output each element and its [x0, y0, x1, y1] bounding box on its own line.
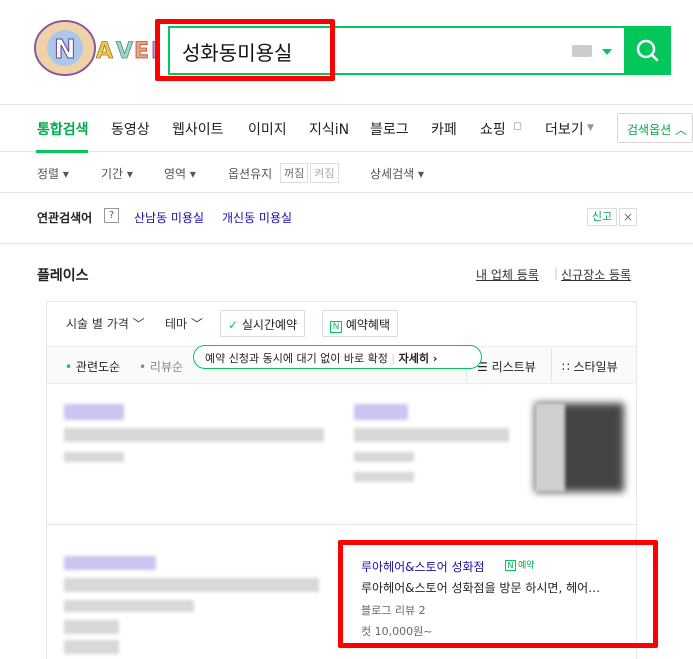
- dot-icon: •: [139, 360, 147, 374]
- chevron-up-icon: ︿: [675, 123, 688, 137]
- tooltip-more-label: 자세히: [398, 352, 429, 365]
- style-view-button[interactable]: ∷ 스타일뷰: [562, 358, 618, 375]
- link-separator: |: [554, 266, 559, 280]
- tab-more[interactable]: 더보기: [545, 119, 584, 139]
- booking-benefit-button[interactable]: N 예약혜택: [322, 310, 398, 337]
- blurred-thumbnail-edge: [535, 403, 565, 492]
- result-highlight-box: [338, 540, 658, 648]
- search-button[interactable]: [624, 26, 671, 75]
- related-search-item[interactable]: 산남동 미용실: [134, 209, 204, 226]
- close-icon[interactable]: ×: [619, 208, 637, 226]
- option-off-chip[interactable]: 꺼짐: [280, 163, 309, 183]
- search-highlight-box: [155, 19, 335, 81]
- blurred-listing-text: [64, 452, 124, 462]
- svg-text:E: E: [134, 39, 149, 64]
- green-dot-icon: •: [65, 360, 73, 374]
- realtime-booking-label: 실시간예약: [241, 318, 298, 332]
- filter-area-label: 영역: [164, 167, 187, 181]
- sort-reviews-label: 리뷰순: [149, 360, 184, 374]
- theme-filter-label: 테마: [165, 317, 188, 331]
- filter-sort-label: 정렬: [37, 167, 60, 181]
- blurred-listing-text: [64, 428, 324, 442]
- related-searches-title: 연관검색어: [37, 211, 93, 225]
- filter-detail[interactable]: 상세검색 ▾: [370, 165, 424, 182]
- report-button[interactable]: 신고: [587, 208, 617, 226]
- price-filter[interactable]: 시술 별 가격 ﹀: [66, 315, 145, 332]
- tooltip-divider: |: [391, 352, 399, 365]
- section-divider: [0, 243, 693, 244]
- place-section-title: 플레이스: [37, 268, 89, 284]
- blurred-listing-text: [354, 452, 414, 462]
- option-on-chip[interactable]: 켜짐: [310, 163, 339, 183]
- search-options-button[interactable]: 검색옵션 ︿: [617, 113, 693, 143]
- listing-divider: [47, 524, 636, 525]
- filter-bar: 정렬 ▾ 기간 ▾ 영역 ▾ 옵션유지 꺼짐 켜짐 상세검색 ▾: [0, 153, 693, 193]
- view-divider: [551, 348, 552, 382]
- tooltip-text: 예약 신청과 동시에 대기 없이 바로 확정: [205, 352, 388, 365]
- tab-image[interactable]: 이미지: [248, 119, 287, 139]
- tab-all[interactable]: 통합검색: [37, 119, 89, 139]
- price-filter-label: 시술 별 가격: [66, 317, 129, 331]
- style-view-label: 스타일뷰: [573, 360, 618, 374]
- svg-text:A: A: [96, 39, 113, 64]
- tab-website[interactable]: 웹사이트: [172, 119, 224, 139]
- filter-sort[interactable]: 정렬 ▾: [37, 165, 69, 182]
- search-options-label: 검색옵션: [627, 123, 672, 137]
- blurred-listing-title: [354, 404, 408, 420]
- related-search-item[interactable]: 개신동 미용실: [222, 209, 292, 226]
- blurred-listing-text: [354, 428, 509, 442]
- tab-cafe[interactable]: 카페: [431, 119, 457, 139]
- realtime-booking-button[interactable]: ✓ 실시간예약: [220, 310, 306, 337]
- sort-relevance[interactable]: • 관련도순: [65, 358, 120, 375]
- help-icon[interactable]: ?: [104, 208, 119, 223]
- blurred-listing-text: [64, 620, 119, 634]
- keep-option-toggle[interactable]: 꺼짐 켜짐: [278, 163, 339, 183]
- blurred-listing-text: [64, 578, 319, 592]
- blurred-listing-text: [354, 472, 414, 482]
- search-tabs: 통합검색 동영상 웹사이트 이미지 지식iN 블로그 카페 쇼핑 ◻ 더보기 ▼…: [0, 104, 693, 153]
- autocomplete-toggle-icon[interactable]: [602, 49, 612, 55]
- filter-area[interactable]: 영역 ▾: [164, 165, 196, 182]
- booking-benefit-label: 예약혜택: [345, 318, 390, 332]
- svg-text:N: N: [54, 35, 76, 65]
- svg-text:V: V: [116, 39, 133, 64]
- shopping-window-icon: ◻: [513, 119, 523, 132]
- sort-reviews[interactable]: • 리뷰순: [139, 358, 183, 375]
- booking-tooltip: 예약 신청과 동시에 대기 없이 바로 확정 | 자세히 ›: [193, 345, 482, 369]
- search-icon: [636, 39, 659, 62]
- blurred-listing-text: [64, 640, 119, 654]
- list-view-button[interactable]: ☰ 리스트뷰: [477, 358, 536, 375]
- naver-n-icon: N: [330, 321, 342, 333]
- check-circle-icon: ✓: [228, 318, 239, 332]
- filter-period[interactable]: 기간 ▾: [101, 165, 133, 182]
- sort-relevance-label: 관련도순: [75, 360, 121, 374]
- register-place-link[interactable]: 신규장소 등록: [561, 266, 631, 283]
- register-business-link[interactable]: 내 업체 등록: [476, 266, 539, 283]
- chevron-down-icon: ▼: [587, 123, 594, 133]
- tab-video[interactable]: 동영상: [111, 119, 150, 139]
- keyboard-icon[interactable]: [572, 45, 592, 57]
- blurred-listing-title: [64, 404, 124, 420]
- filter-period-label: 기간: [101, 167, 124, 181]
- filter-detail-label: 상세검색: [370, 167, 415, 181]
- blurred-listing-title: [64, 556, 156, 570]
- blurred-listing-text: [64, 600, 194, 612]
- tab-shopping[interactable]: 쇼핑: [480, 119, 506, 139]
- tab-kin[interactable]: 지식iN: [309, 119, 349, 139]
- grid-icon: ∷: [562, 360, 570, 374]
- list-view-label: 리스트뷰: [491, 360, 536, 374]
- tab-blog[interactable]: 블로그: [370, 119, 409, 139]
- keep-option-label: 옵션유지: [228, 167, 273, 181]
- naver-logo[interactable]: N A V E R: [30, 18, 160, 78]
- theme-filter[interactable]: 테마 ﹀: [165, 315, 203, 332]
- tooltip-more-link[interactable]: 자세히 ›: [399, 352, 438, 365]
